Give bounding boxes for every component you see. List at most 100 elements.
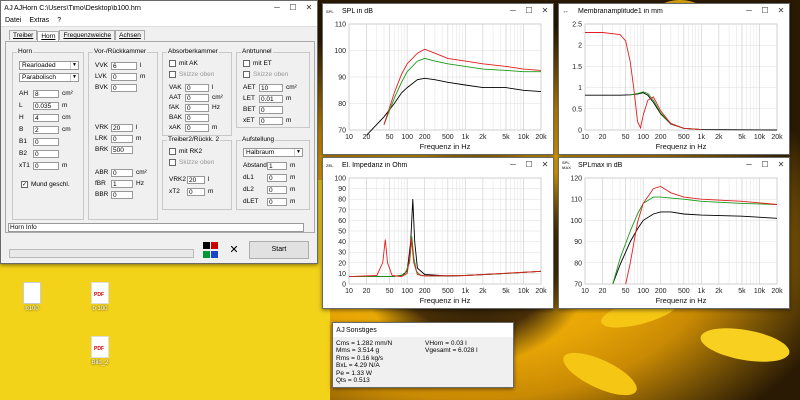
- close-button[interactable]: ✕: [537, 158, 553, 172]
- treiber2-label: Treiber2/Rückk. 2: [167, 136, 221, 143]
- tab-horn[interactable]: Horn: [37, 31, 60, 41]
- et-let-input[interactable]: 0.01: [259, 94, 283, 103]
- x-tick-label: 2k: [715, 288, 723, 295]
- vor-lrk-label: LRK: [95, 135, 108, 142]
- vor-vvk-input[interactable]: 6: [111, 61, 137, 70]
- maximize-button[interactable]: ☐: [521, 158, 537, 172]
- imp-titlebar[interactable]: ZEL El. Impedanz in Ohm ─ ☐ ✕: [323, 158, 553, 172]
- mit-rk2-checkbox[interactable]: mit RK2: [169, 148, 202, 155]
- vor-lvk-input[interactable]: 0: [111, 72, 137, 81]
- vor-lrk-input[interactable]: 0: [111, 134, 133, 143]
- vor-bbr-input[interactable]: 0: [111, 190, 133, 199]
- menu-extras[interactable]: Extras: [29, 17, 49, 24]
- auf-dl1-input[interactable]: 0: [267, 173, 287, 182]
- abs-xak-input[interactable]: 0: [185, 123, 209, 132]
- y-tick-label: 40: [338, 239, 346, 246]
- maximize-button[interactable]: ☐: [521, 4, 537, 18]
- maximize-button[interactable]: ☐: [757, 4, 773, 18]
- x-tick-label: 10: [345, 288, 353, 295]
- vor-fbr-unit: Hz: [136, 180, 144, 187]
- abs-aat-input[interactable]: 0: [185, 93, 209, 102]
- horn-profile-select[interactable]: Parabolisch ▼: [19, 73, 79, 82]
- vor-lrk-row: LRK 0 m: [95, 134, 141, 143]
- horn-b-input[interactable]: 2: [33, 125, 59, 134]
- minimize-button[interactable]: ─: [269, 1, 285, 15]
- menu-datei[interactable]: Datei: [5, 17, 21, 24]
- membran-titlebar[interactable]: ↔ Membranamplitude1 in mm ─ ☐ ✕: [559, 4, 789, 18]
- horn-h-row: H 4 cm: [19, 113, 71, 122]
- close-button[interactable]: ✕: [537, 4, 553, 18]
- t2-xt2-input[interactable]: 0: [187, 187, 205, 196]
- close-button[interactable]: ✕: [773, 4, 789, 18]
- splmax-titlebar[interactable]: SPL MAX SPLmax in dB ─ ☐ ✕: [559, 158, 789, 172]
- antrtunnel-group: Antrtunnel mit ET Skizze oben AET 10 cm² LE…: [236, 48, 310, 128]
- vor-fbr-input[interactable]: 1: [111, 179, 133, 188]
- sonstiges-title: Sonstiges: [346, 326, 377, 334]
- close-button[interactable]: ✕: [301, 1, 317, 15]
- horn-b1-input[interactable]: 0: [33, 137, 59, 146]
- maximize-button[interactable]: ☐: [285, 1, 301, 15]
- desktop-file-b100[interactable]: b100: [12, 282, 52, 312]
- x-tick-label: 100: [401, 134, 413, 141]
- auf-dlet-input[interactable]: 0: [267, 197, 287, 206]
- color-green-swatch[interactable]: [203, 251, 210, 258]
- skizze-ak-checkbox[interactable]: Skizze oben: [169, 71, 214, 78]
- color-red-swatch[interactable]: [211, 242, 218, 249]
- vor-bvk-input[interactable]: 0: [111, 83, 137, 92]
- skizze-rk2-checkbox[interactable]: Skizze oben: [169, 159, 214, 166]
- vor-brk-input[interactable]: 500: [111, 145, 133, 154]
- abs-bak-input[interactable]: 0: [185, 113, 209, 122]
- horn-ah-label: AH: [19, 90, 29, 97]
- spl-titlebar[interactable]: SPL SPL in dB ─ ☐ ✕: [323, 4, 553, 18]
- horn-l-input[interactable]: 0.035: [33, 101, 59, 110]
- y-tick-label: 80: [338, 197, 346, 204]
- start-button[interactable]: Start: [249, 241, 309, 259]
- mit-et-checkbox[interactable]: mit ET: [243, 60, 272, 67]
- vor-abr-input[interactable]: 0: [111, 168, 133, 177]
- horn-ah-input[interactable]: 8: [33, 89, 59, 98]
- auf-dl2-input[interactable]: 0: [267, 185, 287, 194]
- color-blue-swatch[interactable]: [211, 251, 218, 258]
- horn-type-select[interactable]: Rearloaded ▼: [19, 61, 79, 70]
- skizze-et-checkbox[interactable]: Skizze oben: [243, 71, 288, 78]
- t2-vrk2-input[interactable]: 20: [187, 175, 205, 184]
- et-xet-label: xET: [243, 117, 255, 124]
- vor-vrk-input[interactable]: 20: [111, 123, 133, 132]
- auf-abstand-input[interactable]: 1: [267, 161, 287, 170]
- horn-xt1-input[interactable]: 0: [33, 161, 59, 170]
- tab-achsen[interactable]: Achsen: [115, 30, 145, 40]
- desktop-pdf-bild2[interactable]: PDF Bild_2: [80, 336, 120, 366]
- auf-dl1-unit: m: [290, 174, 296, 181]
- horn-info-field[interactable]: Horn Info: [8, 223, 304, 232]
- plot-area: [584, 177, 778, 285]
- sonstiges-titlebar[interactable]: AJ Sonstiges: [333, 323, 513, 337]
- desktop-pdf-b100[interactable]: PDF b 100: [80, 282, 120, 312]
- checkbox-box[interactable]: ✓: [21, 181, 28, 188]
- close-button[interactable]: ✕: [773, 158, 789, 172]
- color-black-swatch[interactable]: [203, 242, 210, 249]
- et-aet-input[interactable]: 10: [259, 83, 283, 92]
- x-tick-label: 20: [599, 288, 607, 295]
- tab-frequenzweiche[interactable]: Frequenzweiche: [59, 30, 116, 40]
- et-bet-input[interactable]: 0: [259, 105, 283, 114]
- minimize-button[interactable]: ─: [741, 158, 757, 172]
- minimize-button[interactable]: ─: [505, 4, 521, 18]
- color-picker[interactable]: [201, 241, 221, 261]
- mund-geschl-checkbox[interactable]: ✓ Mund geschl.: [21, 181, 70, 188]
- tab-treiber[interactable]: Treiber: [9, 30, 38, 40]
- horn-b2-input[interactable]: 0: [33, 149, 59, 158]
- mit-ak-checkbox[interactable]: mit AK: [169, 60, 198, 67]
- x-tick-label: 10: [581, 134, 589, 141]
- abs-vak-input[interactable]: 0: [185, 83, 209, 92]
- impedance-chart-window: ZEL El. Impedanz in Ohm ─ ☐ ✕ 0 10 20 30 40 50 60 7…: [322, 157, 554, 309]
- close-x-icon[interactable]: ✕: [227, 243, 241, 257]
- horn-h-input[interactable]: 4: [33, 113, 59, 122]
- minimize-button[interactable]: ─: [741, 4, 757, 18]
- maximize-button[interactable]: ☐: [757, 158, 773, 172]
- aufstellung-select[interactable]: Halbraum ▼: [243, 148, 303, 157]
- menu-help[interactable]: ?: [57, 17, 61, 24]
- main-titlebar[interactable]: AJ AJHorn C:\Users\Timo\Desktop\b100.hrn…: [1, 1, 317, 15]
- minimize-button[interactable]: ─: [505, 158, 521, 172]
- abs-fak-input[interactable]: 0: [185, 103, 209, 112]
- et-xet-input[interactable]: 0: [259, 116, 283, 125]
